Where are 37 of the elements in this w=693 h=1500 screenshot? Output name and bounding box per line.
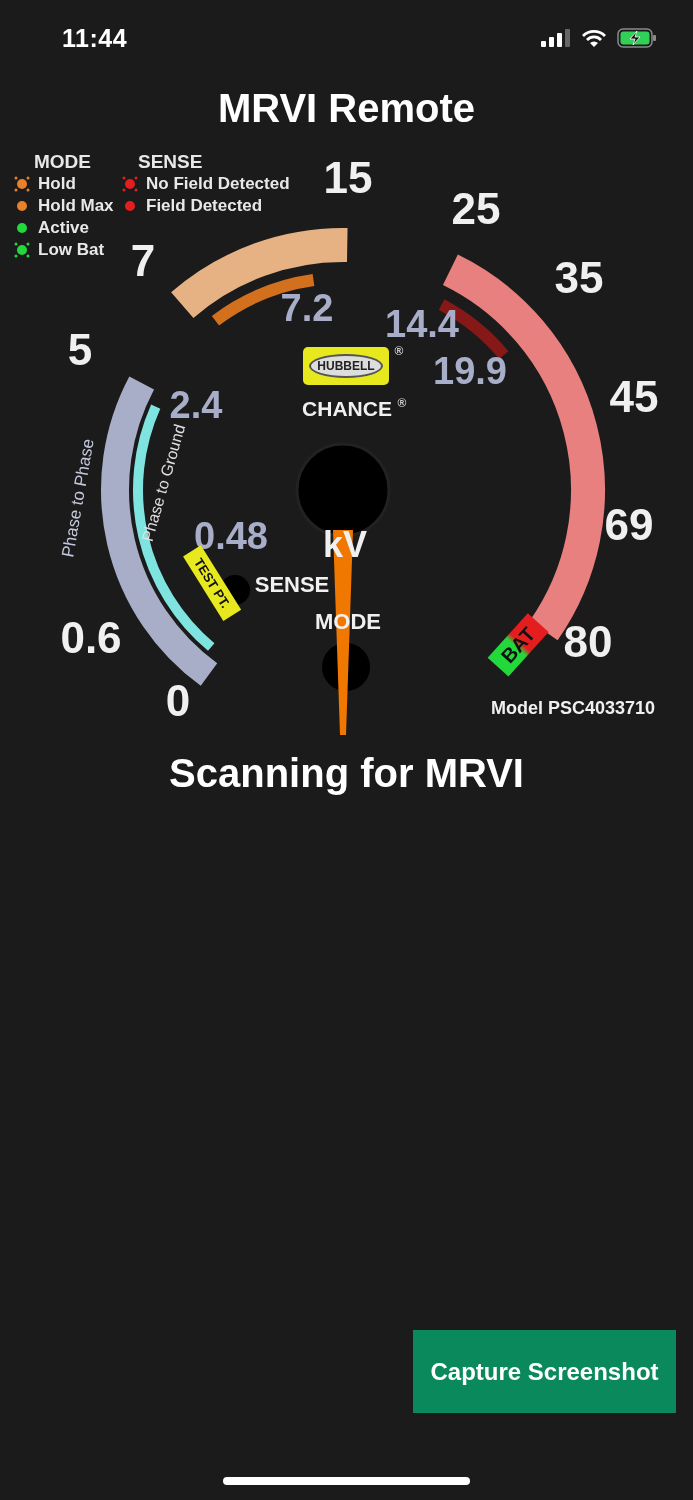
legend-label: Hold Max bbox=[38, 196, 114, 216]
band-label: Phase to Phase bbox=[59, 437, 97, 559]
scale-label: 0 bbox=[165, 679, 191, 723]
legend-label: Hold bbox=[38, 174, 76, 194]
wifi-icon bbox=[581, 28, 607, 48]
legend-heading: SENSE bbox=[137, 151, 204, 173]
signal-icon bbox=[541, 29, 571, 47]
scale-label: 80 bbox=[563, 620, 613, 664]
scale-label: 15 bbox=[323, 156, 373, 200]
scale-label: 25 bbox=[451, 187, 501, 231]
legend-label: Field Detected bbox=[146, 196, 263, 216]
model-number: Model PSC4033710 bbox=[490, 699, 656, 717]
capture-screenshot-button[interactable]: Capture Screenshot bbox=[413, 1330, 676, 1413]
brand-logo: HUBBELL bbox=[309, 354, 383, 378]
legend-heading: MODE bbox=[33, 151, 92, 173]
legend-label: Active bbox=[38, 218, 90, 238]
registered-mark: ® bbox=[397, 397, 407, 409]
status-message: Scanning for MRVI bbox=[168, 751, 525, 796]
status-time: 11:44 bbox=[62, 23, 128, 53]
registered-mark: ® bbox=[394, 345, 404, 357]
legend-label: No Field Detected bbox=[146, 174, 290, 194]
app-title: MRVI Remote bbox=[217, 86, 476, 131]
scale-label: 35 bbox=[554, 256, 604, 300]
scale-label: 5 bbox=[67, 328, 93, 372]
battery-icon bbox=[617, 28, 657, 48]
scale-label: 19.9 bbox=[433, 352, 507, 390]
sense-label: SENSE bbox=[254, 574, 330, 596]
scale-label: 69 bbox=[604, 503, 654, 547]
scale-label: 7.2 bbox=[280, 289, 334, 327]
scale-label: 0.6 bbox=[60, 616, 122, 660]
scale-label: 7 bbox=[130, 239, 156, 283]
scale-label: 14.4 bbox=[385, 305, 459, 343]
scale-label: 2.4 bbox=[169, 386, 223, 424]
band-label: Phase to Ground bbox=[139, 422, 189, 544]
scale-label: 45 bbox=[609, 375, 659, 419]
legend-label: Low Bat bbox=[38, 240, 105, 260]
brand-name: CHANCE bbox=[302, 397, 392, 419]
